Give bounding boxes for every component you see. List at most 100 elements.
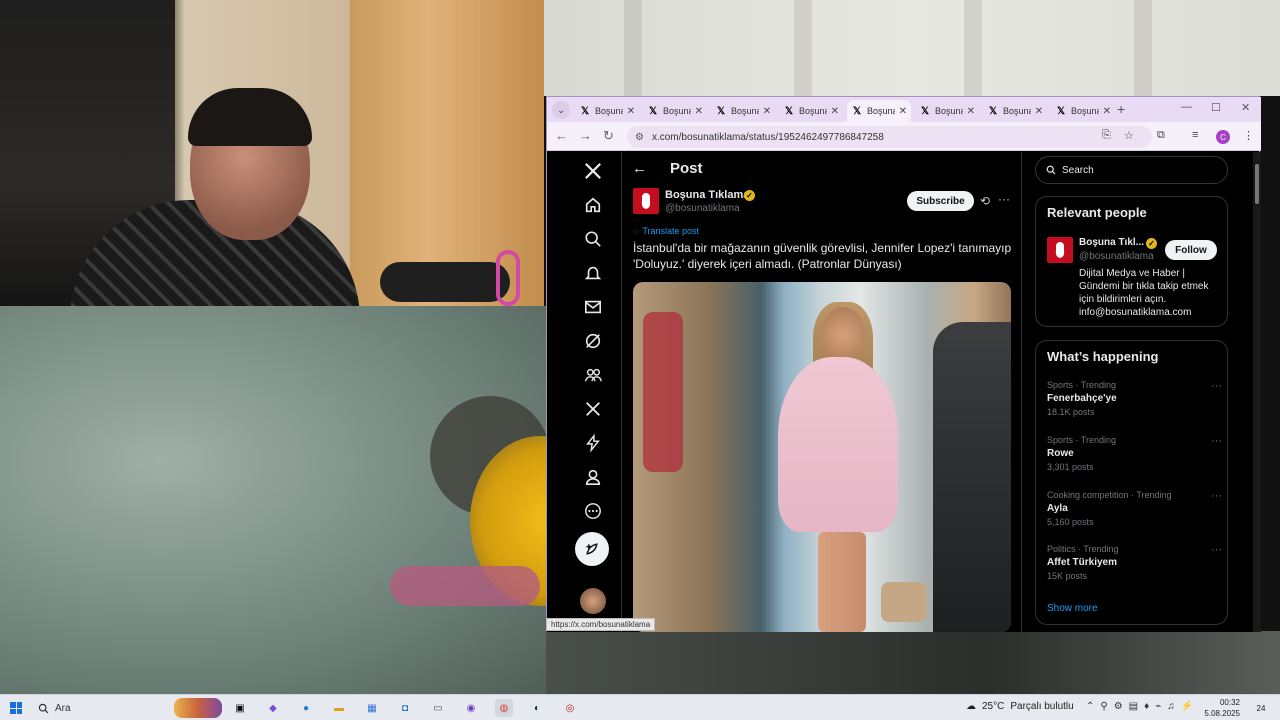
tab-1[interactable]: 𝕏 Boşuna ✕ [575,100,639,122]
close-icon[interactable]: ✕ [967,106,975,117]
verified-badge-icon: ✓ [1146,238,1157,249]
chrome-icon[interactable]: ◍ [495,699,513,717]
x-home-logo-icon[interactable] [581,159,605,183]
grok-icon[interactable] [581,329,605,353]
extensions-icon[interactable]: ⧉ [1157,129,1165,142]
reload-button[interactable]: ↻ [603,128,614,144]
tab-label: Boşuna [867,106,895,116]
weather-widget[interactable]: ☁ 25°C Parçalı bulutlu [966,701,1074,712]
more-options-icon[interactable]: ··· [998,192,1010,206]
relevant-handle[interactable]: @bosunatiklama [1079,251,1154,262]
tab-4[interactable]: 𝕏 Boşuna ✕ [779,100,843,122]
tab-8[interactable]: 𝕏 Boşuna ✕ [1051,100,1115,122]
subscribe-button[interactable]: Subscribe [907,191,974,211]
account-avatar[interactable] [580,588,606,614]
author-handle[interactable]: @bosunatiklama [665,203,740,214]
trend-more-icon[interactable]: ··· [1211,490,1222,502]
back-button[interactable]: ← [555,128,568,143]
notification-center-icon[interactable]: 24 [1250,699,1272,717]
notifications-bell-icon[interactable] [581,261,605,285]
trend-item[interactable]: Cooking competition · Trending Ayla 5,16… [1047,490,1222,527]
maximize-button[interactable]: ☐ [1211,101,1221,114]
close-icon[interactable]: ✕ [1035,106,1043,117]
minimize-button[interactable]: — [1181,101,1192,113]
communities-icon[interactable] [581,363,605,387]
relevant-people-panel: Relevant people Boşuna Tıkl... ✓ @bosuna… [1035,196,1228,327]
file-explorer-icon[interactable]: ▬ [330,699,348,717]
close-icon[interactable]: ✕ [831,106,839,117]
notification-count: 24 [1256,703,1266,713]
search-icon[interactable] [581,227,605,251]
close-icon[interactable]: ✕ [899,106,907,117]
tab-label: Boşuna [663,106,691,116]
task-view-icon[interactable]: ▣ [231,699,249,717]
address-bar[interactable]: ⚙ x.com/bosunatiklama/status/19524624977… [627,126,1152,148]
author-name[interactable]: Boşuna Tıklama [665,189,749,201]
windows-start-icon[interactable] [10,702,22,714]
trend-item[interactable]: Politics · Trending Affet Türkiyem 15K p… [1047,544,1222,581]
compose-post-button[interactable] [575,532,609,566]
new-tab-button[interactable]: + [1117,101,1125,117]
trend-item[interactable]: Sports · Trending Rowe 3,301 posts ··· [1047,435,1222,472]
media-control-icon[interactable]: ≡ [1192,129,1198,141]
grok-explain-icon[interactable]: ⟲ [980,194,990,208]
clock[interactable]: 00:32 5.08.2025 [1200,697,1240,719]
microsoft-store-icon[interactable]: ▦ [363,699,381,717]
home-icon[interactable] [581,193,605,217]
show-more-link[interactable]: Show more [1047,603,1098,614]
site-info-icon[interactable]: ⚙ [635,132,644,143]
taskbar-search[interactable]: Ara [32,698,222,718]
verified-orgs-lightning-icon[interactable] [581,431,605,455]
close-icon[interactable]: ✕ [627,106,635,117]
steam-icon[interactable]: ◐ [528,699,546,717]
bookmark-star-icon[interactable]: ☆ [1124,129,1134,142]
search-icon [38,703,49,713]
profile-icon[interactable] [581,465,605,489]
browser-window: ⌄ 𝕏 Boşuna ✕ 𝕏 Boşuna ✕ 𝕏 Boşuna ✕ 𝕏 Boşuna ✕ 𝕏B… [546,96,1261,632]
relevant-name[interactable]: Boşuna Tıkl... [1079,237,1144,248]
relevant-avatar[interactable] [1047,237,1073,263]
x-logo-icon: 𝕏 [1056,105,1066,117]
translate-post-link[interactable]: ◌ Translate post [633,226,699,236]
tab-label: Boşuna [935,106,963,116]
follow-button[interactable]: Follow [1165,240,1217,260]
browser-menu-icon[interactable]: ⋮ [1243,129,1254,142]
taskbar-search-label: Ara [55,702,71,714]
tab-2[interactable]: 𝕏 Boşuna ✕ [643,100,707,122]
post-image[interactable] [633,282,1011,632]
copilot-icon[interactable]: ◆ [264,699,282,717]
search-input[interactable]: Search [1035,156,1228,184]
trend-more-icon[interactable]: ··· [1211,544,1222,556]
outlook-icon[interactable]: ◘ [396,699,414,717]
obs-icon[interactable]: ◎ [561,699,579,717]
trend-more-icon[interactable]: ··· [1211,435,1222,447]
tab-3[interactable]: 𝕏 Boşuna ✕ [711,100,775,122]
close-icon[interactable]: ✕ [695,106,703,117]
system-tray-icons[interactable]: ⌃⚲⚙▤♦⌁♫⚡ [1086,701,1199,712]
discord-icon[interactable]: ◉ [462,699,480,717]
app-window-icon[interactable]: ▭ [429,699,447,717]
more-options-icon[interactable] [581,499,605,523]
trend-item[interactable]: Sports · Trending Fenerbahçe'ye 18.1K po… [1047,380,1222,417]
author-avatar[interactable] [633,188,659,214]
install-app-icon[interactable]: ⎘ [1102,129,1111,142]
tab-5-active[interactable]: 𝕏 Boşuna ✕ [847,100,911,122]
messages-envelope-icon[interactable] [581,295,605,319]
back-arrow-icon[interactable]: ← [632,160,647,177]
trend-more-icon[interactable]: ··· [1211,380,1222,392]
close-icon[interactable]: ✕ [763,106,771,117]
close-icon[interactable]: ✕ [1103,106,1111,117]
edge-icon[interactable]: ● [297,699,315,717]
windows-taskbar: Ara ▣ ◆ ● ▬ ▦ ◘ ▭ ◉ ◍ ◐ ◎ ☁ 25°C Parçalı… [0,694,1280,720]
tab-search-icon[interactable]: ⌄ [552,101,570,119]
url-text[interactable]: x.com/bosunatiklama/status/1952462497786… [652,132,884,143]
tab-7[interactable]: 𝕏 Boşuna ✕ [983,100,1047,122]
search-placeholder: Search [1062,164,1094,176]
premium-x-icon[interactable] [581,397,605,421]
forward-button[interactable]: → [579,128,592,143]
game-video-feed [0,306,546,694]
tab-6[interactable]: 𝕏 Boşuna ✕ [915,100,979,122]
close-window-button[interactable]: ✕ [1241,101,1250,114]
profile-avatar[interactable]: C [1216,130,1230,144]
page-scrollbar[interactable] [1253,152,1261,632]
